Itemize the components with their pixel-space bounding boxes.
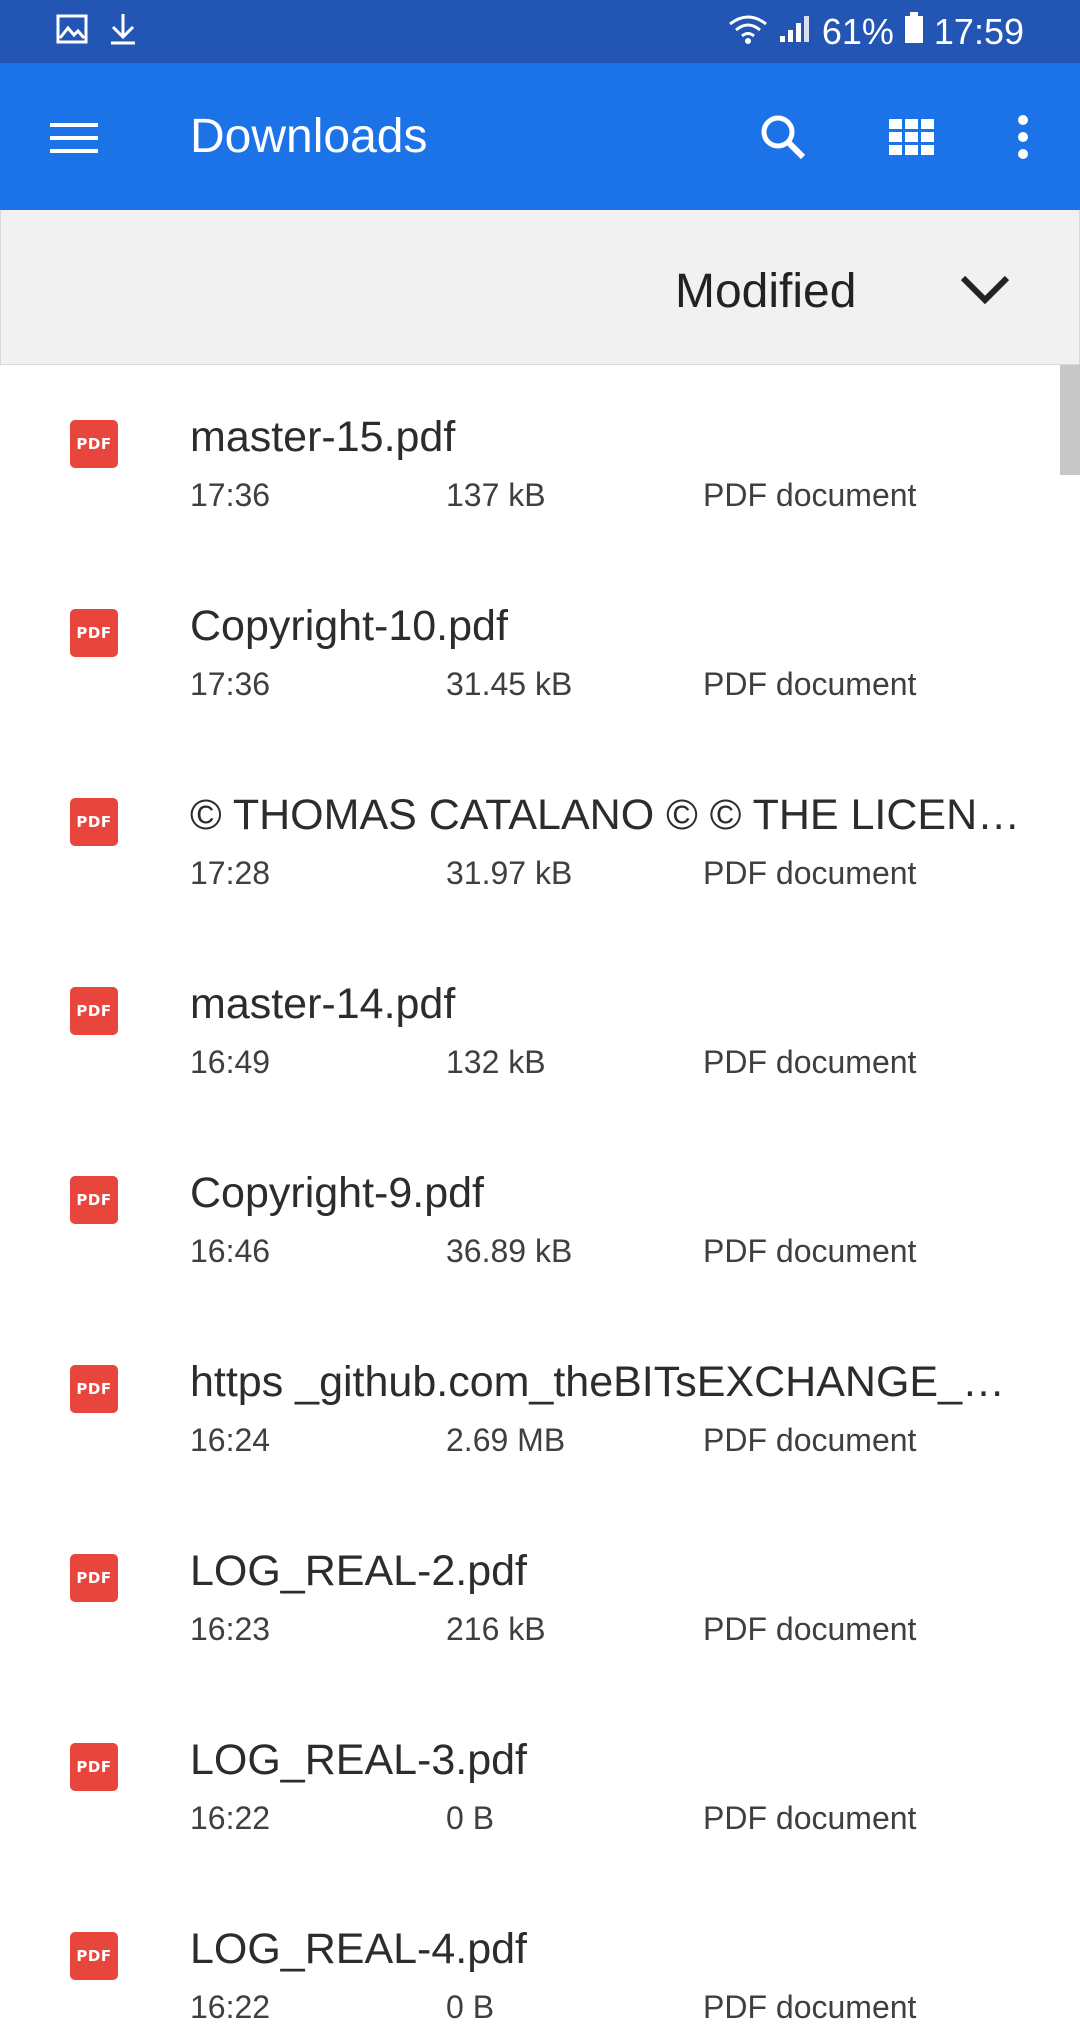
grid-view-button[interactable] xyxy=(876,99,948,175)
scrollbar-track[interactable] xyxy=(1060,365,1080,2034)
list-item[interactable]: PDF Copyright-10.pdf 17:36 31.45 kB PDF … xyxy=(0,554,1058,743)
file-list: PDF master-15.pdf 17:36 137 kB PDF docum… xyxy=(0,365,1058,2034)
search-icon xyxy=(761,115,806,160)
file-name: master-15.pdf xyxy=(190,413,456,461)
file-modified-time: 16:22 xyxy=(190,1800,271,1836)
file-modified-time: 17:36 xyxy=(190,477,271,513)
file-size: 137 kB xyxy=(446,477,546,513)
file-size: 31.97 kB xyxy=(446,855,573,891)
pdf-file-icon: PDF xyxy=(70,1554,118,1602)
search-button[interactable] xyxy=(748,99,818,175)
list-item[interactable]: PDF https _github.com_theBITsEXCHANGE_… … xyxy=(0,1310,1058,1499)
list-item[interactable]: PDF LOG_REAL-4.pdf 16:22 0 B PDF documen… xyxy=(0,1877,1058,2034)
file-modified-time: 16:24 xyxy=(190,1422,271,1458)
battery-percent: 61% xyxy=(821,10,894,52)
file-name: https _github.com_theBITsEXCHANGE_… xyxy=(190,1358,1005,1406)
clock: 17:59 xyxy=(933,10,1024,52)
sort-bar: Modified xyxy=(0,210,1080,365)
file-type: PDF document xyxy=(703,1233,917,1269)
list-item[interactable]: PDF LOG_REAL-3.pdf 16:22 0 B PDF documen… xyxy=(0,1688,1058,1877)
pdf-file-icon: PDF xyxy=(70,798,118,846)
file-type: PDF document xyxy=(703,855,917,891)
chevron-down-icon[interactable] xyxy=(957,262,1013,318)
file-size: 0 B xyxy=(446,1989,495,2025)
status-bar-notifications xyxy=(56,12,138,51)
grid-view-icon xyxy=(889,119,934,155)
signal-icon xyxy=(778,11,812,53)
file-name: LOG_REAL-3.pdf xyxy=(190,1736,528,1784)
status-bar: 61% 17:59 xyxy=(0,0,1080,63)
file-name: Copyright-10.pdf xyxy=(190,602,508,650)
file-modified-time: 16:23 xyxy=(190,1611,271,1647)
file-name: LOG_REAL-2.pdf xyxy=(190,1547,528,1595)
status-bar-system: 61% 17:59 xyxy=(728,0,1024,63)
file-modified-time: 16:46 xyxy=(190,1233,271,1269)
file-size: 132 kB xyxy=(446,1044,546,1080)
file-modified-time: 17:28 xyxy=(190,855,271,891)
file-name: © THOMAS CATALANO © © THE LICEN… xyxy=(190,791,1021,839)
pdf-file-icon: PDF xyxy=(70,1365,118,1413)
file-modified-time: 16:22 xyxy=(190,1989,271,2025)
battery-icon xyxy=(904,11,924,53)
file-size: 0 B xyxy=(446,1800,495,1836)
file-name: master-14.pdf xyxy=(190,980,456,1028)
file-type: PDF document xyxy=(703,1611,917,1647)
pdf-file-icon: PDF xyxy=(70,1932,118,1980)
image-icon xyxy=(56,14,88,49)
file-name: Copyright-9.pdf xyxy=(190,1169,484,1217)
more-options-button[interactable] xyxy=(1000,99,1046,175)
pdf-file-icon: PDF xyxy=(70,420,118,468)
more-vert-icon xyxy=(1018,115,1028,159)
sort-label: Modified xyxy=(675,265,857,318)
list-item[interactable]: PDF LOG_REAL-2.pdf 16:23 216 kB PDF docu… xyxy=(0,1499,1058,1688)
page-title: Downloads xyxy=(190,110,428,163)
pdf-file-icon: PDF xyxy=(70,1743,118,1791)
file-name: LOG_REAL-4.pdf xyxy=(190,1925,528,1973)
file-size: 31.45 kB xyxy=(446,666,573,702)
list-item[interactable]: PDF Copyright-9.pdf 16:46 36.89 kB PDF d… xyxy=(0,1121,1058,1310)
file-type: PDF document xyxy=(703,666,917,702)
file-type: PDF document xyxy=(703,1044,917,1080)
wifi-icon xyxy=(728,11,768,53)
menu-button[interactable] xyxy=(36,103,112,173)
file-size: 36.89 kB xyxy=(446,1233,573,1269)
file-type: PDF document xyxy=(703,477,917,513)
file-size: 2.69 MB xyxy=(446,1422,566,1458)
pdf-file-icon: PDF xyxy=(70,987,118,1035)
list-item[interactable]: PDF master-14.pdf 16:49 132 kB PDF docum… xyxy=(0,932,1058,1121)
download-icon xyxy=(108,12,138,51)
list-item[interactable]: PDF © THOMAS CATALANO © © THE LICEN… 17:… xyxy=(0,743,1058,932)
file-type: PDF document xyxy=(703,1422,917,1458)
file-modified-time: 17:36 xyxy=(190,666,271,702)
scrollbar-thumb[interactable] xyxy=(1060,365,1080,475)
file-type: PDF document xyxy=(703,1800,917,1836)
file-size: 216 kB xyxy=(446,1611,546,1647)
file-modified-time: 16:49 xyxy=(190,1044,271,1080)
list-item[interactable]: PDF master-15.pdf 17:36 137 kB PDF docum… xyxy=(0,365,1058,554)
pdf-file-icon: PDF xyxy=(70,1176,118,1224)
pdf-file-icon: PDF xyxy=(70,609,118,657)
menu-icon xyxy=(50,123,98,153)
app-bar: Downloads xyxy=(0,63,1080,210)
file-type: PDF document xyxy=(703,1989,917,2025)
